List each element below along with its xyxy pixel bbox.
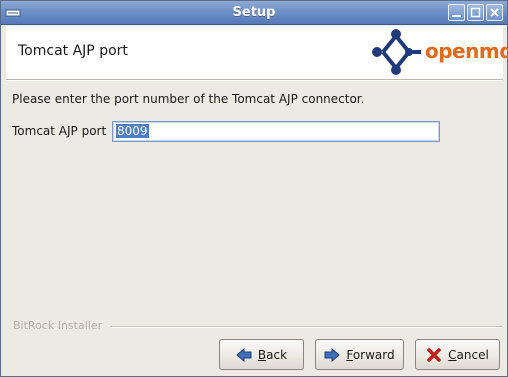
close-icon — [490, 8, 499, 17]
window-title: Setup — [232, 5, 276, 20]
cancel-label: Cancel — [448, 347, 489, 362]
port-value: 8009 — [116, 124, 149, 138]
logo-wordmark: openmdx — [425, 39, 508, 63]
cancel-button[interactable]: Cancel — [415, 339, 500, 370]
back-label: Back — [257, 347, 288, 362]
title-bar[interactable]: Setup — [1, 1, 507, 25]
footer-divider — [111, 326, 503, 328]
cancel-x-icon — [427, 347, 441, 362]
arrow-left-icon — [236, 347, 252, 362]
setup-window: Setup Tomcat AJP port openmd Please ente… — [0, 0, 508, 377]
logo-graph-icon — [372, 29, 421, 75]
arrow-right-icon — [324, 347, 341, 362]
port-label: Tomcat AJP port — [12, 124, 107, 138]
maximize-icon — [470, 7, 481, 18]
installer-label: BitRock Installer — [13, 319, 103, 332]
instruction-text: Please enter the port number of the Tomc… — [12, 92, 365, 106]
minimize-icon — [452, 15, 461, 17]
port-input[interactable]: 8009 — [112, 121, 440, 142]
page-title: Tomcat AJP port — [18, 43, 128, 59]
minimize-button[interactable] — [448, 4, 465, 21]
wizard-header: Tomcat AJP port openmdx — [6, 26, 508, 79]
forward-label: Forward — [346, 347, 395, 362]
header-divider — [6, 79, 503, 81]
forward-button[interactable]: Forward — [315, 339, 404, 370]
maximize-button[interactable] — [467, 4, 484, 21]
close-button[interactable] — [486, 4, 503, 21]
back-button[interactable]: Back — [219, 339, 304, 370]
openmdx-logo: openmdx — [369, 26, 508, 78]
